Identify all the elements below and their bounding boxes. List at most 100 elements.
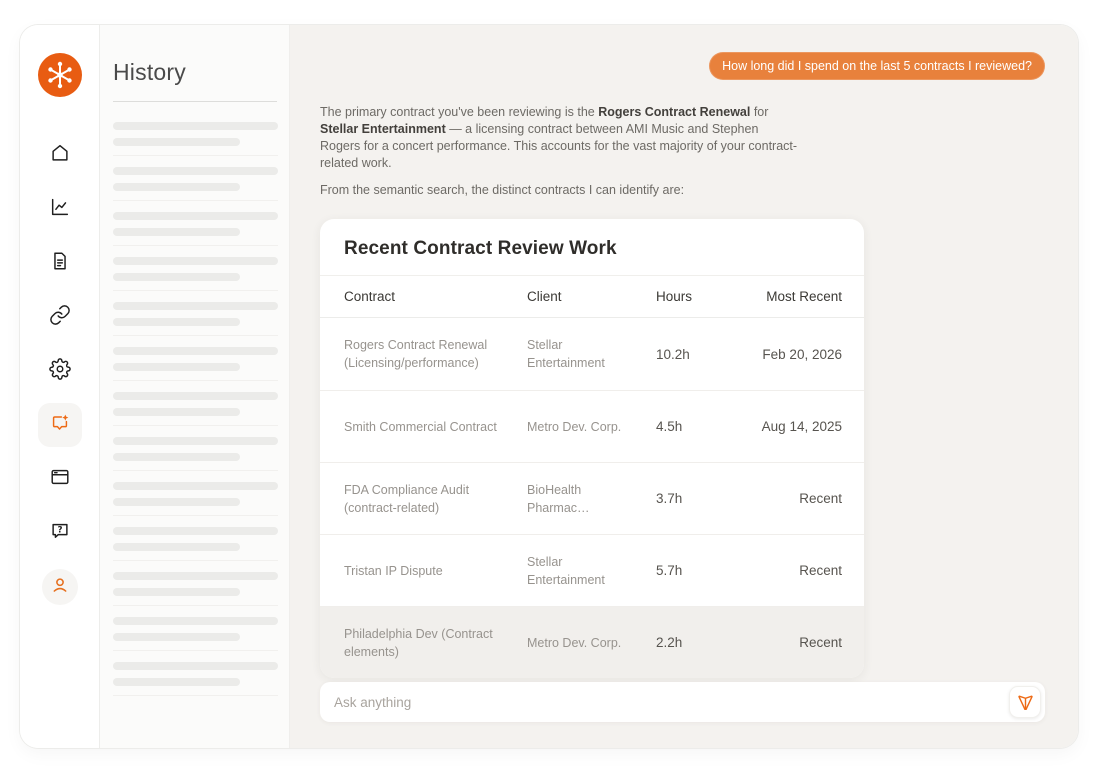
sidebar-item-help[interactable]: ? bbox=[38, 511, 82, 555]
skeleton-bar bbox=[113, 167, 278, 175]
history-placeholder-item[interactable] bbox=[113, 257, 277, 291]
column-header-most-recent: Most Recent bbox=[742, 289, 842, 304]
table-row[interactable]: Tristan IP Dispute Stellar Entertainment… bbox=[320, 534, 864, 606]
response-paragraph: The primary contract you've been reviewi… bbox=[320, 104, 798, 172]
chat-area: How long did I spend on the last 5 contr… bbox=[290, 25, 1078, 748]
skeleton-bar bbox=[113, 318, 240, 326]
assistant-response: The primary contract you've been reviewi… bbox=[320, 104, 798, 199]
skeleton-bar bbox=[113, 302, 278, 310]
document-icon bbox=[49, 250, 71, 277]
app-logo-icon[interactable] bbox=[38, 53, 82, 97]
gear-icon bbox=[49, 358, 71, 385]
table-row[interactable]: FDA Compliance Audit (contract-related) … bbox=[320, 462, 864, 534]
cell-most-recent: Recent bbox=[742, 563, 842, 578]
divider bbox=[113, 200, 278, 201]
sidebar-item-browser[interactable] bbox=[38, 457, 82, 501]
skeleton-bar bbox=[113, 527, 278, 535]
message-input[interactable]: Ask anything bbox=[334, 695, 411, 710]
column-header-contract: Contract bbox=[344, 289, 527, 304]
history-title: History bbox=[113, 59, 277, 86]
response-paragraph: From the semantic search, the distinct c… bbox=[320, 182, 798, 199]
divider bbox=[113, 380, 278, 381]
column-header-client: Client bbox=[527, 289, 656, 304]
table-row[interactable]: Smith Commercial Contract Metro Dev. Cor… bbox=[320, 390, 864, 462]
message-input-bar[interactable]: Ask anything bbox=[320, 682, 1045, 722]
divider bbox=[113, 650, 278, 651]
cell-contract: FDA Compliance Audit (contract-related) bbox=[344, 481, 527, 517]
cell-contract: Tristan IP Dispute bbox=[344, 562, 527, 580]
cell-contract: Philadelphia Dev (Contract elements) bbox=[344, 625, 527, 661]
cell-most-recent: Aug 14, 2025 bbox=[742, 419, 842, 434]
cell-hours: 5.7h bbox=[656, 563, 742, 578]
skeleton-bar bbox=[113, 122, 278, 130]
divider bbox=[113, 695, 278, 696]
user-message-bubble: How long did I spend on the last 5 contr… bbox=[709, 52, 1045, 80]
divider bbox=[113, 290, 278, 291]
sidebar-item-links[interactable] bbox=[38, 295, 82, 339]
history-placeholder-item[interactable] bbox=[113, 662, 277, 696]
history-placeholder-item[interactable] bbox=[113, 347, 277, 381]
cell-hours: 2.2h bbox=[656, 635, 742, 650]
cell-client: BioHealth Pharmac… bbox=[527, 481, 656, 517]
chat-sparkle-icon bbox=[49, 412, 71, 439]
sidebar-nav: ? bbox=[38, 133, 82, 555]
help-chat-icon: ? bbox=[49, 520, 71, 547]
sidebar-item-home[interactable] bbox=[38, 133, 82, 177]
skeleton-bar bbox=[113, 633, 240, 641]
table-row[interactable]: Philadelphia Dev (Contract elements) Met… bbox=[320, 606, 864, 678]
sidebar-item-analytics[interactable] bbox=[38, 187, 82, 231]
cell-contract: Smith Commercial Contract bbox=[344, 418, 527, 436]
sidebar: ? bbox=[20, 25, 100, 748]
skeleton-bar bbox=[113, 662, 278, 670]
link-icon bbox=[49, 304, 71, 331]
sidebar-item-ai-chat[interactable] bbox=[38, 403, 82, 447]
skeleton-bar bbox=[113, 363, 240, 371]
svg-text:?: ? bbox=[57, 525, 62, 535]
history-placeholder-item[interactable] bbox=[113, 482, 277, 516]
divider bbox=[113, 335, 278, 336]
history-placeholder-item[interactable] bbox=[113, 167, 277, 201]
skeleton-bar bbox=[113, 212, 278, 220]
cell-hours: 3.7h bbox=[656, 491, 742, 506]
card-title: Recent Contract Review Work bbox=[320, 219, 864, 276]
table-body: Rogers Contract Renewal (Licensing/perfo… bbox=[320, 318, 864, 678]
skeleton-bar bbox=[113, 437, 278, 445]
skeleton-bar bbox=[113, 273, 240, 281]
user-avatar[interactable] bbox=[42, 569, 78, 605]
skeleton-bar bbox=[113, 543, 240, 551]
divider bbox=[113, 470, 278, 471]
divider bbox=[113, 425, 278, 426]
history-placeholder-list bbox=[113, 122, 277, 696]
cell-contract: Rogers Contract Renewal (Licensing/perfo… bbox=[344, 336, 527, 372]
history-placeholder-item[interactable] bbox=[113, 212, 277, 246]
history-placeholder-item[interactable] bbox=[113, 392, 277, 426]
skeleton-bar bbox=[113, 482, 278, 490]
cell-most-recent: Recent bbox=[742, 491, 842, 506]
history-placeholder-item[interactable] bbox=[113, 122, 277, 156]
cell-client: Stellar Entertainment bbox=[527, 553, 656, 589]
cell-client: Stellar Entertainment bbox=[527, 336, 656, 372]
cell-client: Metro Dev. Corp. bbox=[527, 634, 656, 652]
cell-most-recent: Recent bbox=[742, 635, 842, 650]
history-placeholder-item[interactable] bbox=[113, 617, 277, 651]
cell-client: Metro Dev. Corp. bbox=[527, 418, 656, 436]
history-placeholder-item[interactable] bbox=[113, 437, 277, 471]
sidebar-item-settings[interactable] bbox=[38, 349, 82, 393]
history-placeholder-item[interactable] bbox=[113, 572, 277, 606]
contract-table-card: Recent Contract Review Work Contract Cli… bbox=[320, 219, 864, 678]
table-header: Contract Client Hours Most Recent bbox=[320, 276, 864, 318]
skeleton-bar bbox=[113, 572, 278, 580]
divider bbox=[113, 515, 278, 516]
send-plane-icon bbox=[1016, 691, 1035, 713]
app-window: ? History bbox=[20, 25, 1078, 748]
divider bbox=[113, 605, 278, 606]
send-button[interactable] bbox=[1009, 686, 1041, 718]
history-placeholder-item[interactable] bbox=[113, 527, 277, 561]
skeleton-bar bbox=[113, 617, 278, 625]
home-icon bbox=[49, 142, 71, 169]
history-placeholder-item[interactable] bbox=[113, 302, 277, 336]
table-row[interactable]: Rogers Contract Renewal (Licensing/perfo… bbox=[320, 318, 864, 390]
person-icon bbox=[49, 574, 71, 601]
cell-hours: 4.5h bbox=[656, 419, 742, 434]
sidebar-item-documents[interactable] bbox=[38, 241, 82, 285]
